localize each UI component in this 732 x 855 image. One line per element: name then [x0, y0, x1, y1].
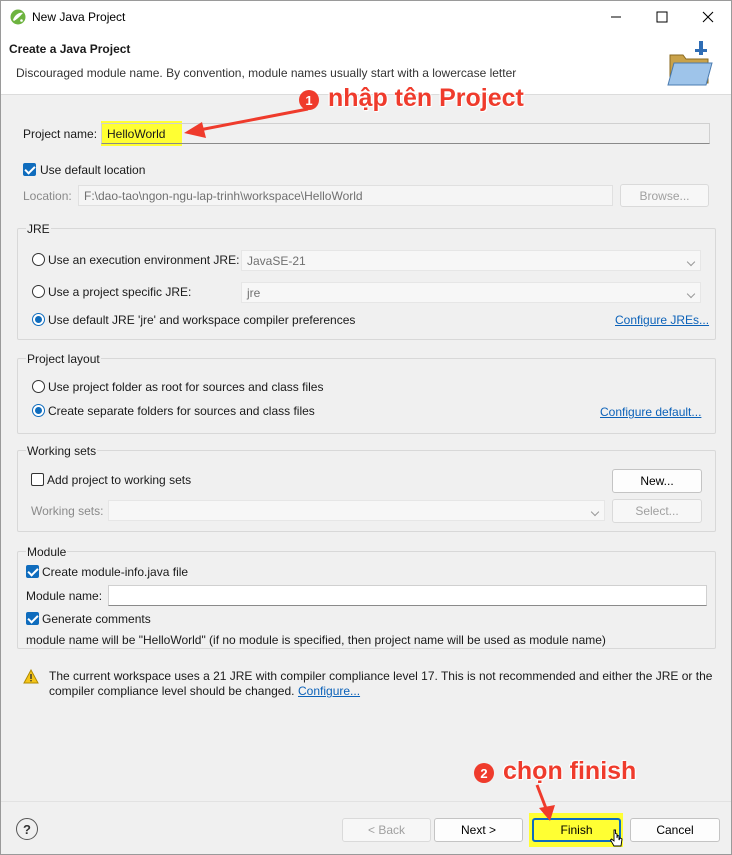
- add-to-working-sets-checkbox[interactable]: [31, 473, 44, 486]
- layout-separate-label: Create separate folders for sources and …: [48, 404, 315, 418]
- working-sets-label: Working sets:: [31, 504, 104, 518]
- jre-specific-value: jre: [247, 286, 261, 300]
- add-to-working-sets-label: Add project to working sets: [47, 473, 192, 487]
- chevron-down-icon: [590, 507, 600, 517]
- use-default-location-checkbox[interactable]: [23, 163, 36, 176]
- minimize-button[interactable]: [593, 1, 639, 33]
- footer-divider: [1, 801, 731, 802]
- jre-specific-label: Use a project specific JRE:: [48, 285, 192, 299]
- mouse-cursor-icon: [609, 829, 624, 852]
- next-button[interactable]: Next >: [434, 818, 523, 842]
- module-name-label: Module name:: [26, 589, 103, 603]
- layout-root-radio[interactable]: [32, 380, 45, 393]
- module-group-title: Module: [26, 545, 68, 559]
- chevron-down-icon: [686, 289, 696, 299]
- step2-annotation: chọn finish: [503, 757, 637, 785]
- location-value: F:\dao-tao\ngon-ngu-lap-trinh\workspace\…: [84, 189, 363, 203]
- step2-arrow-icon: [535, 784, 555, 821]
- use-default-location-label: Use default location: [40, 163, 146, 177]
- jre-specific-radio[interactable]: [32, 285, 45, 298]
- warning-text-line1: The current workspace uses a 21 JRE with…: [49, 669, 713, 683]
- warning-text-line2: compiler compliance level should be chan…: [49, 684, 295, 698]
- wizard-title: Create a Java Project: [9, 42, 131, 56]
- create-module-info-checkbox[interactable]: [26, 565, 39, 578]
- jre-group-title: JRE: [26, 222, 51, 236]
- close-icon: [702, 11, 714, 23]
- help-icon[interactable]: ?: [16, 818, 38, 840]
- jre-env-select[interactable]: JavaSE-21: [241, 250, 701, 271]
- chevron-down-icon: [686, 257, 696, 267]
- layout-root-label: Use project folder as root for sources a…: [48, 380, 324, 394]
- step2-badge: 2: [474, 763, 494, 783]
- close-button[interactable]: [685, 1, 731, 33]
- wizard-message: Discouraged module name. By convention, …: [16, 66, 517, 80]
- warning-icon: [23, 668, 39, 687]
- location-input[interactable]: F:\dao-tao\ngon-ngu-lap-trinh\workspace\…: [78, 185, 613, 206]
- eclipse-app-icon: [10, 9, 26, 25]
- module-name-info: module name will be "HelloWorld" (if no …: [26, 633, 606, 647]
- jre-env-value: JavaSE-21: [247, 254, 306, 268]
- jre-default-radio[interactable]: [32, 313, 45, 326]
- jre-env-label: Use an execution environment JRE:: [48, 253, 240, 267]
- project-name-label: Project name:: [23, 127, 98, 141]
- minimize-icon: [611, 16, 621, 18]
- create-module-info-label: Create module-info.java file: [42, 565, 189, 579]
- browse-button[interactable]: Browse...: [620, 184, 709, 207]
- window-title: New Java Project: [32, 10, 126, 24]
- select-working-sets-button[interactable]: Select...: [612, 499, 702, 523]
- working-sets-select[interactable]: [108, 500, 605, 521]
- working-sets-group-title: Working sets: [26, 444, 98, 458]
- step1-arrow-icon: [184, 107, 309, 138]
- location-label: Location:: [23, 189, 72, 203]
- project-layout-group: [17, 358, 716, 434]
- jre-specific-select[interactable]: jre: [241, 282, 701, 303]
- module-name-input[interactable]: [108, 585, 707, 606]
- title-bar: New Java Project: [1, 1, 731, 33]
- configure-compliance-link[interactable]: Configure...: [298, 684, 360, 698]
- java-project-folder-icon: [666, 39, 714, 89]
- jre-env-radio[interactable]: [32, 253, 45, 266]
- cancel-button[interactable]: Cancel: [630, 818, 720, 842]
- back-button[interactable]: < Back: [342, 818, 431, 842]
- project-name-value: HelloWorld: [107, 127, 166, 141]
- step1-annotation: nhập tên Project: [328, 84, 524, 112]
- new-working-set-button[interactable]: New...: [612, 469, 702, 493]
- layout-separate-radio[interactable]: [32, 404, 45, 417]
- jre-default-label: Use default JRE 'jre' and workspace comp…: [48, 313, 356, 327]
- maximize-button[interactable]: [639, 1, 685, 33]
- project-layout-group-title: Project layout: [26, 352, 101, 366]
- generate-comments-checkbox[interactable]: [26, 612, 39, 625]
- generate-comments-label: Generate comments: [42, 612, 151, 626]
- configure-jres-link[interactable]: Configure JREs...: [615, 313, 709, 327]
- new-java-project-dialog: New Java Project Create a Java Project D…: [0, 0, 732, 855]
- maximize-icon: [656, 11, 668, 23]
- configure-default-link[interactable]: Configure default...: [600, 405, 701, 419]
